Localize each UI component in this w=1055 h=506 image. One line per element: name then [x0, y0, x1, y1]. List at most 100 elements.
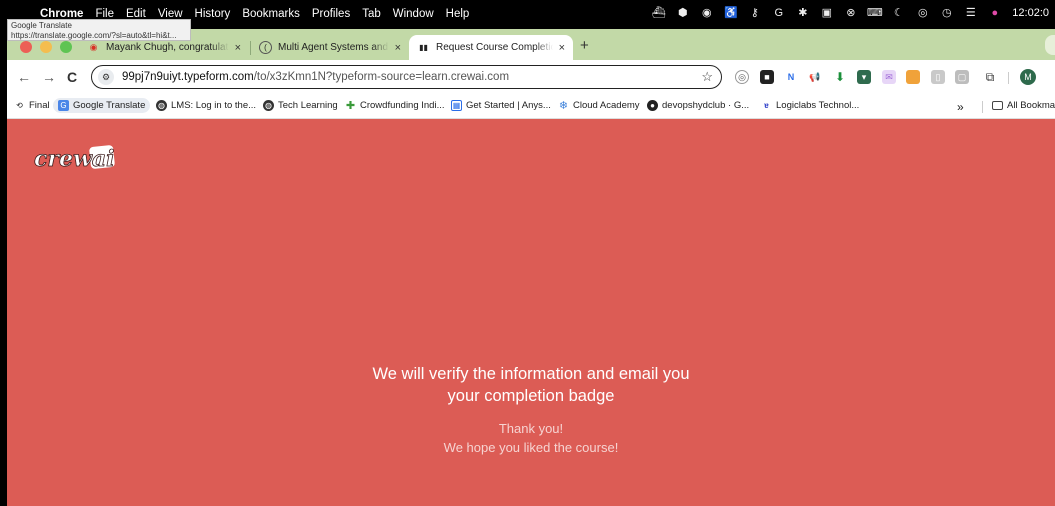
- menu-bookmarks[interactable]: Bookmarks: [242, 8, 300, 20]
- google-translate-icon: G: [58, 100, 69, 111]
- verification-message: We will verify the information and email…: [7, 363, 1055, 407]
- thank-you-message: Thank you! We hope you liked the course!: [7, 419, 1055, 457]
- tooltip-url: https://translate.google.com/?sl=auto&tl…: [11, 31, 177, 40]
- extension-copilot-icon[interactable]: ◎: [735, 70, 749, 84]
- new-tab-button[interactable]: +: [580, 37, 589, 54]
- verification-message-line2: your completion badge: [447, 387, 615, 405]
- menu-profiles[interactable]: Profiles: [312, 8, 350, 20]
- bookmark-label: Google Translate: [73, 100, 146, 111]
- tab-close-icon[interactable]: ×: [235, 42, 241, 54]
- moon-icon[interactable]: ☾: [892, 6, 905, 19]
- status-area: ⛴ ⬢ ◉ ♿ ⚷ G ✱ ▣ ⊗ ⌨ ☾ ◎ ◷ ☰ ● 12:02:0: [652, 6, 1049, 20]
- verification-message-line1: We will verify the information and email…: [372, 365, 690, 383]
- forward-button[interactable]: →: [42, 69, 56, 85]
- tooltip-title: Google Translate: [11, 21, 72, 30]
- github-icon: ●: [647, 100, 658, 111]
- menu-help[interactable]: Help: [446, 8, 470, 20]
- folder-icon: [992, 101, 1003, 110]
- user-icon[interactable]: ◎: [916, 6, 929, 19]
- bookmarks-bar: ⟲ Final G Google Translate ◍ LMS: Log in…: [7, 94, 1055, 119]
- tab-request-course-completion[interactable]: ▮▮ Request Course Completion B ×: [409, 35, 573, 60]
- time-machine-icon[interactable]: ◷: [940, 6, 953, 19]
- key-icon[interactable]: ⚷: [748, 6, 761, 19]
- tab-title: Mayank Chugh, congratulatio: [106, 42, 229, 53]
- extension-megaphone-icon[interactable]: 📢: [808, 70, 822, 84]
- keyboard-icon[interactable]: ⌨: [867, 6, 883, 19]
- url-text[interactable]: 99pj7n9uiyt.typeform.com/to/x3zKmn1N?typ…: [122, 71, 509, 83]
- tab-title: Request Course Completion B: [436, 42, 553, 53]
- history-icon: ⟲: [16, 101, 23, 110]
- address-bar[interactable]: ⚙ 99pj7n9uiyt.typeform.com/to/x3zKmn1N?t…: [91, 65, 722, 89]
- close-window-button[interactable]: [20, 41, 32, 53]
- bluetooth-icon[interactable]: ✱: [796, 6, 809, 19]
- url-path: /to/x3zKmn1N?typeform-source=learn.crewa…: [253, 71, 510, 83]
- siri-icon[interactable]: ●: [988, 6, 1001, 19]
- bookmark-label: Get Started | Anys...: [466, 100, 551, 111]
- bookmark-tooltip: Google Translate https://translate.googl…: [7, 19, 191, 41]
- bookmark-label: LMS: Log in to the...: [171, 100, 257, 111]
- extension-square-icon[interactable]: ▢: [955, 70, 969, 84]
- bookmark-crowdfunding[interactable]: ✚ Crowdfunding Indi...: [345, 100, 445, 112]
- menu-history[interactable]: History: [195, 8, 231, 20]
- bookmark-google-translate[interactable]: G Google Translate: [53, 98, 151, 113]
- docker-icon[interactable]: ⛴: [652, 6, 666, 19]
- menubar-clock[interactable]: 12:02:0: [1012, 7, 1049, 19]
- minimize-window-button[interactable]: [40, 41, 52, 53]
- extension-green-icon[interactable]: ▾: [857, 70, 871, 84]
- tab-search-button[interactable]: [1045, 35, 1055, 55]
- extension-gray-icon[interactable]: ▯: [931, 70, 945, 84]
- extension-download-icon[interactable]: ⬇: [833, 70, 847, 84]
- tab-multi-agent[interactable]: ( Multi Agent Systems and how ×: [251, 35, 409, 60]
- bookmark-cloud-academy[interactable]: ❄ Cloud Academy: [558, 100, 640, 112]
- accessibility-icon[interactable]: ♿: [724, 6, 738, 19]
- bookmark-lms[interactable]: ◍ LMS: Log in to the...: [156, 100, 256, 111]
- extension-n-icon[interactable]: N: [784, 70, 798, 84]
- crewai-logo[interactable]: crewai: [32, 144, 118, 179]
- crowdfunding-icon: ✚: [345, 100, 356, 112]
- bookmark-label: Cloud Academy: [573, 100, 640, 111]
- compass-icon[interactable]: ◉: [700, 6, 713, 19]
- bookmark-tech-learning[interactable]: ◍ Tech Learning: [263, 100, 338, 111]
- bookmark-final[interactable]: ⟲ Final: [14, 100, 50, 111]
- site-info-icon[interactable]: ⚙: [98, 69, 114, 85]
- screen-icon[interactable]: ▣: [820, 6, 833, 19]
- toolbar-separator: [1008, 72, 1009, 84]
- bookmark-label: Final: [29, 100, 50, 111]
- hexagon-icon[interactable]: ⬢: [676, 6, 689, 19]
- anysphere-icon: ▦: [451, 100, 462, 111]
- menu-window[interactable]: Window: [393, 8, 434, 20]
- bookmark-label: Tech Learning: [278, 100, 338, 111]
- back-button[interactable]: ←: [17, 69, 31, 85]
- url-host: 99pj7n9uiyt.typeform.com: [122, 71, 254, 83]
- bookmarks-overflow-button[interactable]: »: [957, 100, 964, 114]
- window-controls: [20, 41, 72, 53]
- reload-button[interactable]: C: [67, 69, 77, 85]
- vpn-icon[interactable]: ⊗: [844, 6, 857, 19]
- all-bookmarks-button[interactable]: All Bookmar: [992, 100, 1055, 111]
- grammarly-icon[interactable]: G: [772, 6, 785, 19]
- bookmark-get-started[interactable]: ▦ Get Started | Anys...: [451, 100, 551, 111]
- extension-orange-icon[interactable]: [906, 70, 920, 84]
- menu-tab[interactable]: Tab: [362, 8, 381, 20]
- bookmark-label: Logiclabs Technol...: [776, 100, 860, 111]
- bookmark-devopshydclub[interactable]: ● devopshydclub · G...: [647, 100, 749, 111]
- logo-wordmark: crewai: [34, 146, 115, 172]
- bookmark-label: Crowdfunding Indi...: [360, 100, 445, 111]
- logiclabs-icon: ɐ: [764, 101, 769, 110]
- globe-icon: ◍: [263, 100, 274, 111]
- typeform-page: crewai We will verify the information an…: [7, 119, 1055, 506]
- tab-close-icon[interactable]: ×: [559, 42, 565, 54]
- maximize-window-button[interactable]: [60, 41, 72, 53]
- all-bookmarks-label: All Bookmar: [1007, 100, 1055, 111]
- extensions-puzzle-icon[interactable]: ⧉: [983, 70, 997, 84]
- tab-close-icon[interactable]: ×: [395, 42, 401, 54]
- bookmark-star-icon[interactable]: ☆: [701, 69, 713, 85]
- bookmark-logiclabs[interactable]: ɐ Logiclabs Technol...: [761, 100, 859, 111]
- extension-mail-icon[interactable]: ✉: [882, 70, 896, 84]
- tab-title: Multi Agent Systems and how: [278, 42, 389, 53]
- control-center-icon[interactable]: ☰: [964, 6, 977, 19]
- extension-box-icon[interactable]: ■: [760, 70, 774, 84]
- profile-avatar[interactable]: M: [1020, 69, 1036, 85]
- thank-you-line2: We hope you liked the course!: [443, 440, 619, 455]
- bookmarks-separator: [982, 101, 983, 113]
